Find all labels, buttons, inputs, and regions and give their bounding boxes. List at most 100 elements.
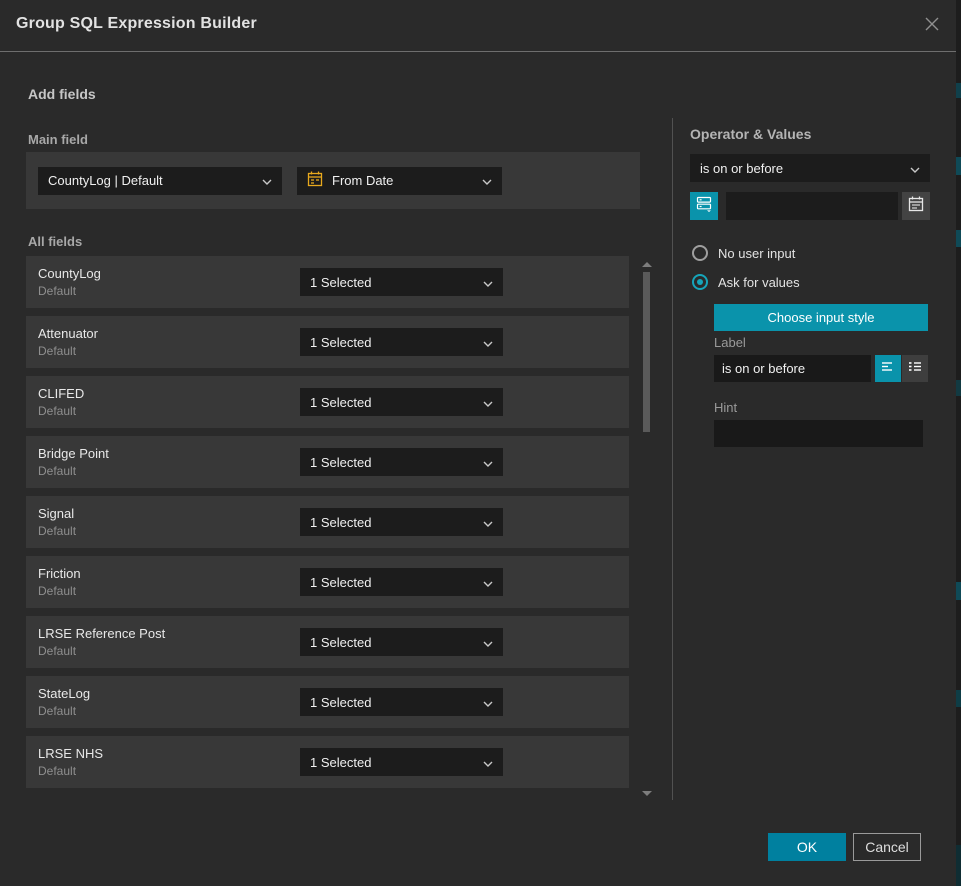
align-left-icon [881,360,895,378]
field-row: Attenuator Default 1 Selected [26,316,629,368]
field-name: Attenuator [38,326,300,341]
field-name: Bridge Point [38,446,300,461]
label-style-buttons [875,355,928,382]
list-style-button[interactable] [902,355,928,382]
chevron-down-icon [483,515,493,530]
field-count-select[interactable]: 1 Selected [300,628,503,656]
field-meta: StateLog Default [38,686,300,718]
ok-button[interactable]: OK [768,833,846,861]
choose-input-style-button[interactable]: Choose input style [714,304,928,331]
scrollbar-thumb[interactable] [643,272,650,432]
chevron-down-icon [483,335,493,350]
all-fields-label: All fields [28,234,82,249]
field-subtitle: Default [38,404,300,418]
date-picker-button[interactable] [902,192,930,220]
field-meta: LRSE NHS Default [38,746,300,778]
radio-unselected-icon [692,245,708,261]
operator-select-value: is on or before [700,161,783,176]
dialog-titlebar: Group SQL Expression Builder [0,0,956,52]
field-count-select[interactable]: 1 Selected [300,568,503,596]
ask-for-values-label: Ask for values [718,275,800,290]
all-fields-list: CountyLog Default 1 Selected Attenuator … [26,256,629,796]
field-select[interactable]: From Date [297,167,502,195]
field-meta: CountyLog Default [38,266,300,298]
layer-select[interactable]: CountyLog | Default [38,167,282,195]
main-field-label: Main field [28,132,88,147]
operator-values-label: Operator & Values [690,126,811,142]
field-meta: Signal Default [38,506,300,538]
ask-for-values-option[interactable]: Ask for values [692,274,800,290]
hint-input[interactable] [714,420,923,447]
dialog-title: Group SQL Expression Builder [16,15,257,33]
main-field-panel: CountyLog | Default F [26,152,640,209]
field-count-select[interactable]: 1 Selected [300,688,503,716]
operator-select[interactable]: is on or before [690,154,930,182]
field-subtitle: Default [38,464,300,478]
field-count-select[interactable]: 1 Selected [300,328,503,356]
field-count-select[interactable]: 1 Selected [300,748,503,776]
field-name: Friction [38,566,300,581]
label-input[interactable] [714,355,871,382]
close-icon [924,16,940,37]
scrollbar-up-arrow[interactable] [642,262,652,267]
hint-field-label: Hint [714,400,737,415]
field-meta: LRSE Reference Post Default [38,626,300,658]
field-count-select[interactable]: 1 Selected [300,448,503,476]
field-row: StateLog Default 1 Selected [26,676,629,728]
chevron-down-icon [910,161,920,176]
field-row: LRSE Reference Post Default 1 Selected [26,616,629,668]
chevron-down-icon [483,695,493,710]
field-row: CountyLog Default 1 Selected [26,256,629,308]
field-name: CLIFED [38,386,300,401]
chevron-down-icon [483,635,493,650]
field-count-select[interactable]: 1 Selected [300,508,503,536]
chevron-down-icon [483,455,493,470]
close-button[interactable] [921,15,943,37]
field-count-value: 1 Selected [310,335,371,350]
calendar-icon [908,196,924,217]
align-left-style-button[interactable] [875,355,901,382]
field-select-value: From Date [332,173,393,188]
radio-selected-icon [692,274,708,290]
app-edge-strip [956,0,961,886]
field-subtitle: Default [38,584,300,598]
chevron-down-icon [482,173,492,188]
calendar-icon [307,171,323,190]
cancel-button[interactable]: Cancel [853,833,921,861]
scrollbar-down-arrow[interactable] [642,791,652,796]
field-meta: Attenuator Default [38,326,300,358]
field-meta: Bridge Point Default [38,446,300,478]
field-count-value: 1 Selected [310,695,371,710]
field-meta: Friction Default [38,566,300,598]
chevron-down-icon [483,275,493,290]
panel-divider [672,118,673,800]
field-count-value: 1 Selected [310,395,371,410]
field-name: Signal [38,506,300,521]
chevron-down-icon [483,755,493,770]
chevron-down-icon [262,173,272,188]
field-count-select[interactable]: 1 Selected [300,388,503,416]
field-row: CLIFED Default 1 Selected [26,376,629,428]
field-name: StateLog [38,686,300,701]
value-type-button[interactable] [690,192,718,220]
field-meta: CLIFED Default [38,386,300,418]
field-name: LRSE Reference Post [38,626,300,641]
value-input[interactable] [726,192,898,220]
field-row: Friction Default 1 Selected [26,556,629,608]
field-subtitle: Default [38,344,300,358]
field-subtitle: Default [38,764,300,778]
field-count-select[interactable]: 1 Selected [300,268,503,296]
chevron-down-icon [483,575,493,590]
field-name: CountyLog [38,266,300,281]
stacked-values-icon [696,195,713,217]
field-subtitle: Default [38,644,300,658]
field-row: Bridge Point Default 1 Selected [26,436,629,488]
layer-select-value: CountyLog | Default [48,173,163,188]
field-count-value: 1 Selected [310,635,371,650]
field-subtitle: Default [38,284,300,298]
field-count-value: 1 Selected [310,275,371,290]
chevron-down-icon [483,395,493,410]
field-subtitle: Default [38,524,300,538]
field-row: Signal Default 1 Selected [26,496,629,548]
no-user-input-option[interactable]: No user input [692,245,795,261]
